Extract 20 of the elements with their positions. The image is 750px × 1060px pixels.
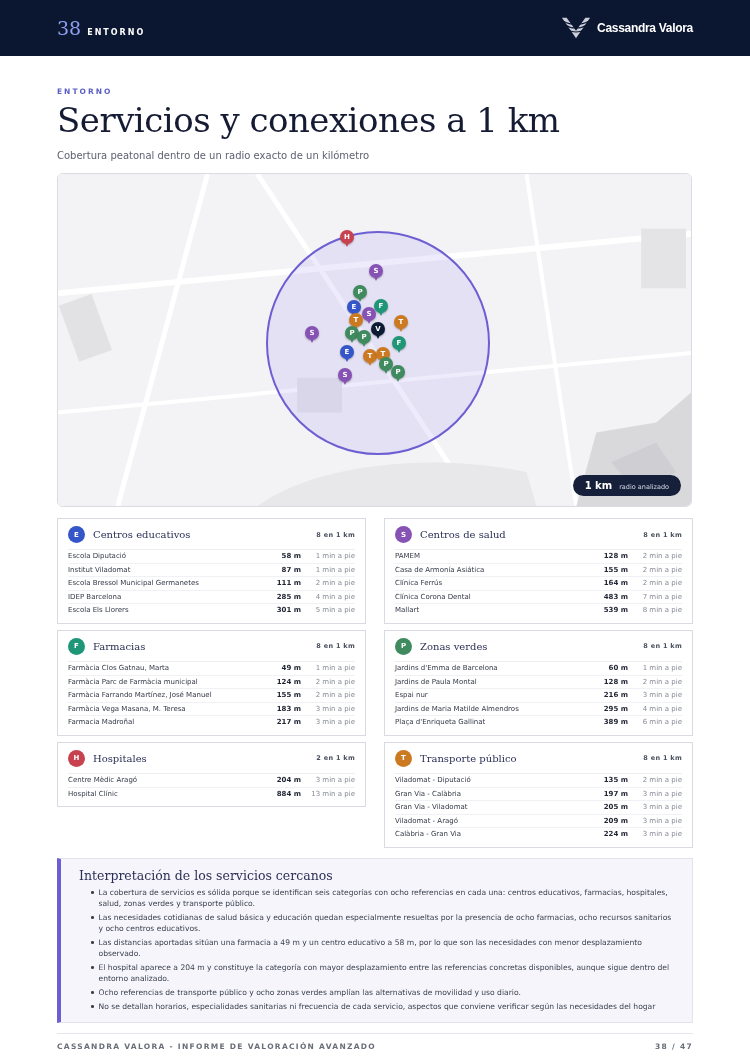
bullet-icon — [91, 991, 94, 994]
category-title: Centros educativos — [93, 529, 192, 540]
bullet-icon — [91, 916, 94, 919]
category-title: Transporte público — [420, 752, 518, 764]
brand-name: Cassandra Valora — [597, 21, 693, 35]
category-title: Zonas verdes — [420, 640, 489, 652]
category-title: Centros de salud — [420, 529, 507, 540]
page-subtitle: Cobertura peatonal dentro de un radio exacto de un kilómetro — [57, 150, 371, 161]
radius-value: 1 km — [584, 480, 613, 491]
logo-icon — [561, 15, 592, 41]
interpretation-title: Interpretación de los servicios cercanos — [79, 867, 334, 883]
section-label: ENTORNO — [87, 28, 146, 37]
bullet-icon — [91, 1005, 94, 1008]
bullet-icon — [91, 941, 94, 944]
bullet-icon — [91, 891, 94, 894]
category-title: Farmacias — [93, 640, 147, 652]
page-number: 38 — [57, 17, 82, 39]
page-title: Servicios y conexiones a 1 km — [57, 100, 561, 140]
category-title: Hospitales — [93, 752, 148, 764]
bullet-icon — [91, 966, 94, 969]
